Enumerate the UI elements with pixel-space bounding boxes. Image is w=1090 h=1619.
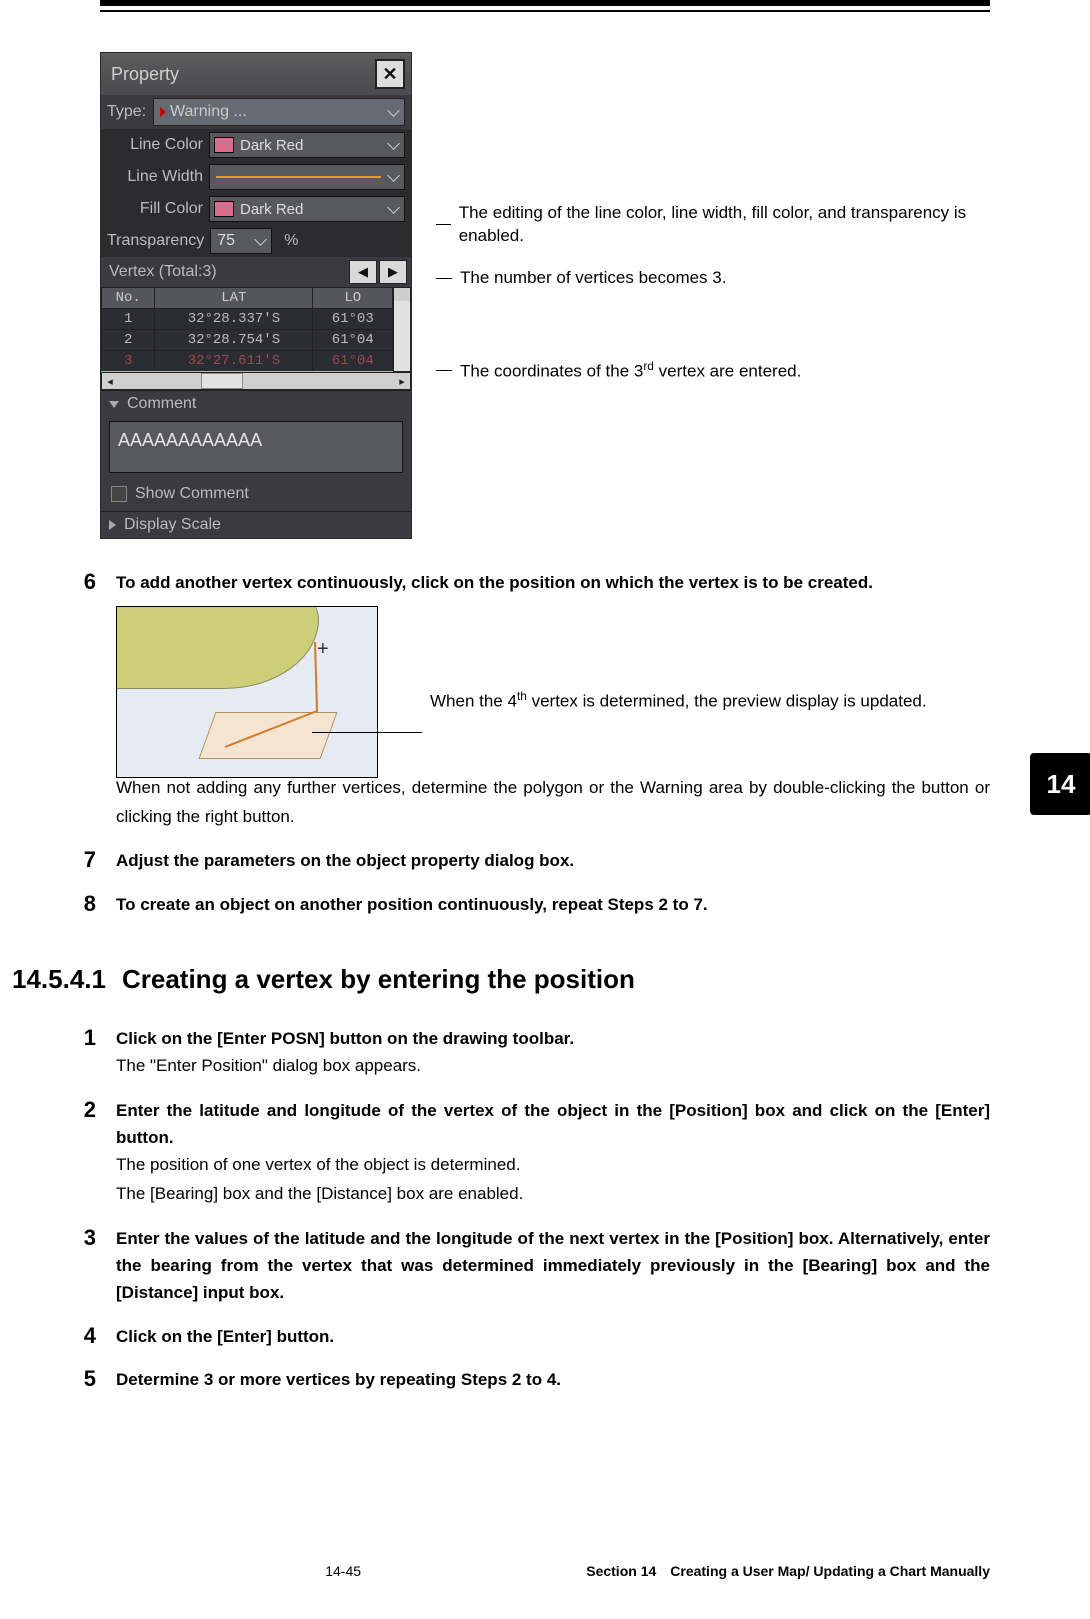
table-row[interactable]: 2 32°28.754'S 61°04 [102,330,393,351]
show-comment-label: Show Comment [135,485,249,503]
fill-color-label: Fill Color [107,200,203,218]
step-number: 5 [72,1366,96,1393]
fill-color-swatch [214,201,234,217]
comment-input[interactable]: AAAAAAAAAAAA [109,421,403,473]
step-paragraph: The [Bearing] box and the [Distance] box… [116,1180,990,1209]
show-comment-checkbox[interactable] [111,486,127,502]
line-color-swatch [214,137,234,153]
chevron-down-icon [387,137,400,150]
annotation-editing: The editing of the line color, line widt… [459,202,990,248]
chevron-down-icon [254,233,267,246]
display-scale-section-toggle[interactable]: Display Scale [101,512,411,538]
th-lon: LO [313,288,393,309]
line-color-label: Line Color [107,136,203,154]
vertical-scrollbar[interactable]: ▴ [393,287,411,372]
step-number: 8 [72,891,96,918]
type-label: Type: [107,103,147,121]
step-text: Determine 3 or more vertices by repeatin… [116,1366,990,1393]
vertex-table: No. LAT LO 1 32°28.337'S 61°03 2 32°28.7… [101,287,393,372]
horizontal-scrollbar[interactable]: ◂ ▸ [101,372,411,390]
page-number: 14-45 [100,1563,586,1579]
step-text: Enter the values of the latitude and the… [116,1225,990,1307]
line-width-dropdown[interactable] [209,164,405,190]
step-text: To create an object on another position … [116,895,708,914]
comment-section-toggle[interactable]: Comment [101,391,411,417]
arrow-icon [312,732,422,733]
step-paragraph: When not adding any further vertices, de… [116,774,990,832]
next-vertex-button[interactable]: ▶ [379,260,407,284]
chevron-right-icon [109,520,116,530]
warning-icon [160,107,166,117]
chevron-down-icon [387,169,400,182]
comment-header: Comment [127,395,196,413]
annotation-coordinates: The coordinates of the 3rd vertex are en… [460,358,801,384]
th-no: No. [102,288,155,309]
step-number: 3 [72,1225,96,1307]
transparency-label: Transparency [107,232,204,250]
chevron-down-icon [109,401,119,408]
close-button[interactable]: ✕ [375,59,405,89]
line-preview-icon [216,176,381,178]
type-value: Warning ... [170,103,247,121]
close-icon: ✕ [382,64,397,85]
step-number: 4 [72,1323,96,1350]
chapter-tab: 14 [1030,753,1090,815]
line-color-dropdown[interactable]: Dark Red [209,132,405,158]
step-text: Click on the [Enter POSN] button on the … [116,1025,990,1052]
display-scale-header: Display Scale [124,516,221,534]
fill-color-dropdown[interactable]: Dark Red [209,196,405,222]
step-number: 7 [72,847,96,874]
transparency-dropdown[interactable]: 75 [210,228,272,254]
step-number: 2 [72,1097,96,1209]
line-color-value: Dark Red [240,137,303,154]
map-preview: + [116,606,378,778]
th-lat: LAT [155,288,313,309]
fill-color-value: Dark Red [240,201,303,218]
chevron-down-icon [387,201,400,214]
property-panel: Property ✕ Type: Warning ... [100,52,412,539]
footer-section: Section 14 Creating a User Map/ Updating… [586,1563,990,1579]
chevron-down-icon [387,104,400,117]
line-width-label: Line Width [107,168,203,186]
step-paragraph: The position of one vertex of the object… [116,1151,990,1180]
panel-title: Property [111,64,179,85]
transparency-value: 75 [217,232,235,250]
step-text: Adjust the parameters on the object prop… [116,851,574,870]
page-footer: 14-45 Section 14 Creating a User Map/ Up… [100,1563,990,1579]
table-row[interactable]: 1 32°28.337'S 61°03 [102,309,393,330]
step-number: 6 [72,569,96,831]
step-paragraph: The "Enter Position" dialog box appears. [116,1052,990,1081]
step-text: Enter the latitude and longitude of the … [116,1097,990,1151]
type-dropdown[interactable]: Warning ... [153,98,405,126]
step-text: To add another vertex continuously, clic… [116,573,873,592]
panel-titlebar: Property ✕ [101,53,411,95]
vertex-header: Vertex (Total:3) [109,263,217,281]
annotation-vertices: The number of vertices becomes 3. [460,267,726,290]
transparency-unit: % [278,232,304,250]
prev-vertex-button[interactable]: ◀ [349,260,377,284]
step-text: Click on the [Enter] button. [116,1323,990,1350]
table-row-selected[interactable]: 3 32°27.611'S 61°04 [102,351,393,372]
step-number: 1 [72,1025,96,1081]
section-heading: 14.5.4.1Creating a vertex by entering th… [12,964,990,995]
